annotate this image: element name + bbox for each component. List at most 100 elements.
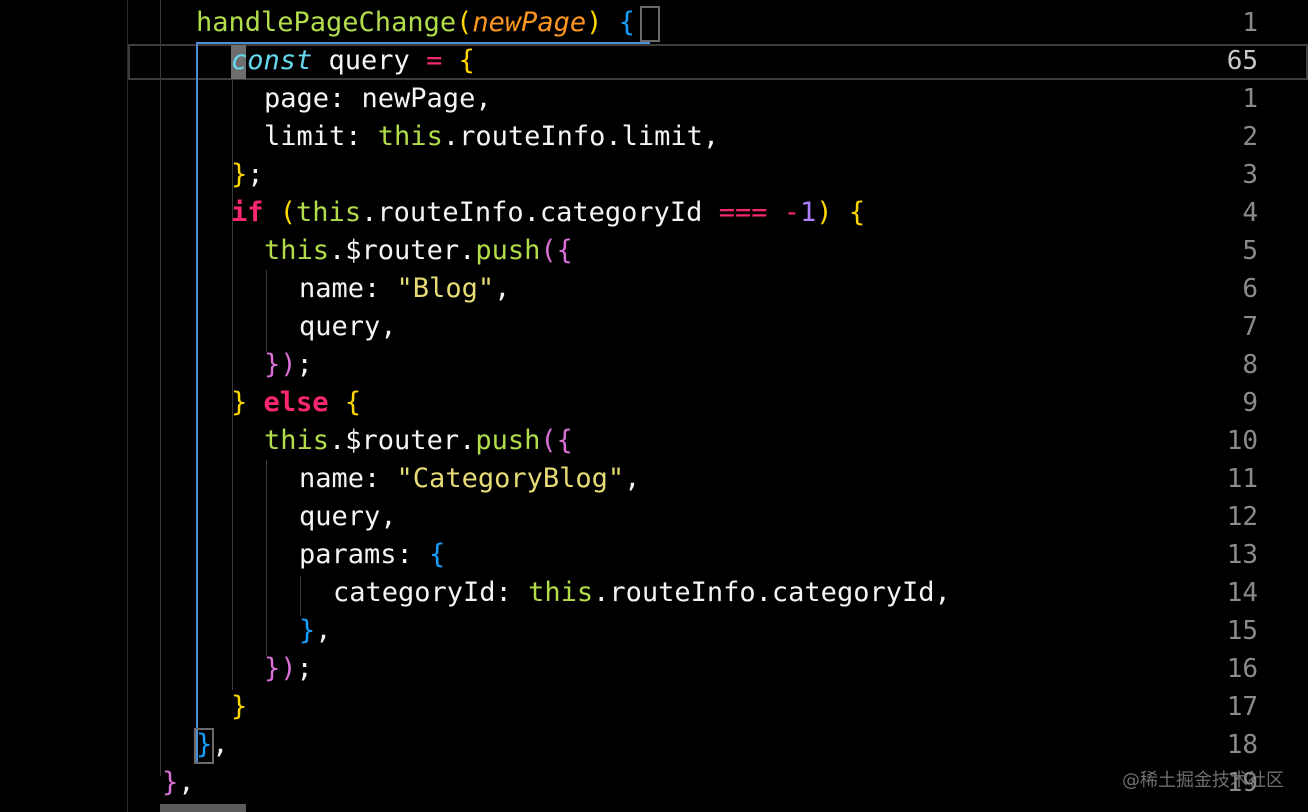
code-line[interactable]: }); bbox=[264, 346, 313, 384]
code-token: this bbox=[264, 235, 330, 266]
code-token: limit: bbox=[264, 121, 378, 152]
code-token: query bbox=[312, 45, 427, 76]
code-token: .routeInfo.categoryId bbox=[361, 197, 719, 228]
code-token: { bbox=[556, 235, 573, 266]
code-line[interactable]: if (this.routeInfo.categoryId === -1) { bbox=[231, 194, 865, 232]
code-line[interactable]: } else { bbox=[231, 384, 361, 422]
indent-guide bbox=[160, 0, 161, 776]
line-number: 6 bbox=[1242, 274, 1258, 304]
code-token: { bbox=[848, 197, 866, 228]
code-token: } bbox=[231, 691, 248, 722]
code-token: "Blog" bbox=[396, 273, 495, 304]
code-token: ; bbox=[296, 653, 313, 684]
code-line[interactable]: query, bbox=[299, 498, 397, 536]
line-number: 65 bbox=[1226, 46, 1258, 76]
code-token: this bbox=[528, 577, 594, 608]
watermark: @稀土掘金技术社区 bbox=[1122, 770, 1284, 791]
code-token: ) bbox=[280, 653, 297, 684]
code-token: , bbox=[494, 273, 511, 304]
code-token: name: bbox=[299, 273, 397, 304]
code-line[interactable]: }, bbox=[299, 612, 332, 650]
code-token: } bbox=[231, 159, 248, 190]
code-token: push bbox=[475, 235, 541, 266]
code-token: , bbox=[178, 767, 195, 798]
code-token: , bbox=[212, 729, 229, 760]
code-token: ( bbox=[540, 235, 557, 266]
matching-bracket-open bbox=[640, 6, 660, 42]
code-token: params: bbox=[299, 539, 430, 570]
code-token: ) bbox=[816, 197, 833, 228]
code-line[interactable]: }, bbox=[196, 726, 229, 764]
code-token: - bbox=[783, 197, 801, 228]
line-number: 14 bbox=[1226, 578, 1258, 608]
code-token: === bbox=[718, 197, 768, 228]
line-number: 17 bbox=[1226, 692, 1258, 722]
code-line[interactable]: name: "Blog", bbox=[299, 270, 510, 308]
code-token: ) bbox=[586, 7, 603, 38]
code-token: this bbox=[264, 425, 330, 456]
line-number-gutter bbox=[0, 0, 128, 812]
code-line[interactable]: name: "CategoryBlog", bbox=[299, 460, 640, 498]
code-editor[interactable]: 1 65 1 2 3 4 5 6 7 8 9 10 11 12 13 14 15 16 17 18 19 handleP… bbox=[0, 0, 1308, 812]
code-line[interactable]: }, bbox=[162, 764, 195, 802]
line-number: 5 bbox=[1242, 236, 1258, 266]
code-token: { bbox=[556, 425, 573, 456]
line-number: 15 bbox=[1226, 616, 1258, 646]
code-token: } bbox=[299, 615, 316, 646]
code-token: , bbox=[315, 615, 332, 646]
code-token: .$router. bbox=[329, 235, 476, 266]
code-token: { bbox=[429, 539, 446, 570]
code-line[interactable]: this.$router.push({ bbox=[264, 422, 573, 460]
code-token: newPage bbox=[472, 7, 587, 38]
code-line[interactable]: query, bbox=[299, 308, 397, 346]
line-number: 3 bbox=[1242, 160, 1258, 190]
line-number: 18 bbox=[1226, 730, 1258, 760]
code-line[interactable]: const query = { bbox=[231, 42, 475, 80]
code-line[interactable]: }); bbox=[264, 650, 313, 688]
code-token: ( bbox=[540, 425, 557, 456]
code-token: categoryId: bbox=[333, 577, 529, 608]
line-number: 2 bbox=[1242, 122, 1258, 152]
code-line[interactable]: }; bbox=[231, 156, 264, 194]
code-token: { bbox=[344, 387, 362, 418]
code-line[interactable]: } bbox=[231, 688, 247, 726]
code-line[interactable]: params: { bbox=[299, 536, 445, 574]
code-token: push bbox=[475, 425, 541, 456]
code-token: page: newPage, bbox=[264, 83, 492, 114]
code-token: .routeInfo.categoryId, bbox=[593, 577, 951, 608]
fold-indicator bbox=[160, 804, 246, 812]
code-token: handlePageChange bbox=[196, 7, 457, 38]
code-line[interactable]: page: newPage, bbox=[264, 80, 492, 118]
code-token: const bbox=[231, 45, 313, 76]
line-number: 1 bbox=[1242, 84, 1258, 114]
code-line[interactable]: handlePageChange(newPage) { bbox=[196, 4, 635, 42]
line-number: 10 bbox=[1226, 426, 1258, 456]
line-number: 7 bbox=[1242, 312, 1258, 342]
code-token: .routeInfo.limit, bbox=[442, 121, 720, 152]
line-number: 16 bbox=[1226, 654, 1258, 684]
code-line[interactable]: categoryId: this.routeInfo.categoryId, bbox=[333, 574, 951, 612]
code-token: ; bbox=[296, 349, 313, 380]
code-token: if bbox=[231, 197, 264, 228]
code-token: = bbox=[426, 45, 443, 76]
code-line[interactable]: this.$router.push({ bbox=[264, 232, 573, 270]
code-token: this bbox=[296, 197, 362, 228]
code-token: name: bbox=[299, 463, 397, 494]
code-token: { bbox=[458, 45, 475, 76]
code-line[interactable]: limit: this.routeInfo.limit, bbox=[264, 118, 719, 156]
code-token: ) bbox=[280, 349, 297, 380]
code-token: .$router. bbox=[329, 425, 476, 456]
line-number: 4 bbox=[1242, 198, 1258, 228]
code-token: { bbox=[618, 7, 635, 38]
code-token: else bbox=[263, 387, 329, 418]
code-token: } bbox=[264, 653, 281, 684]
line-number: 9 bbox=[1242, 388, 1258, 418]
line-number: 11 bbox=[1226, 464, 1258, 494]
code-token: query, bbox=[299, 501, 397, 532]
